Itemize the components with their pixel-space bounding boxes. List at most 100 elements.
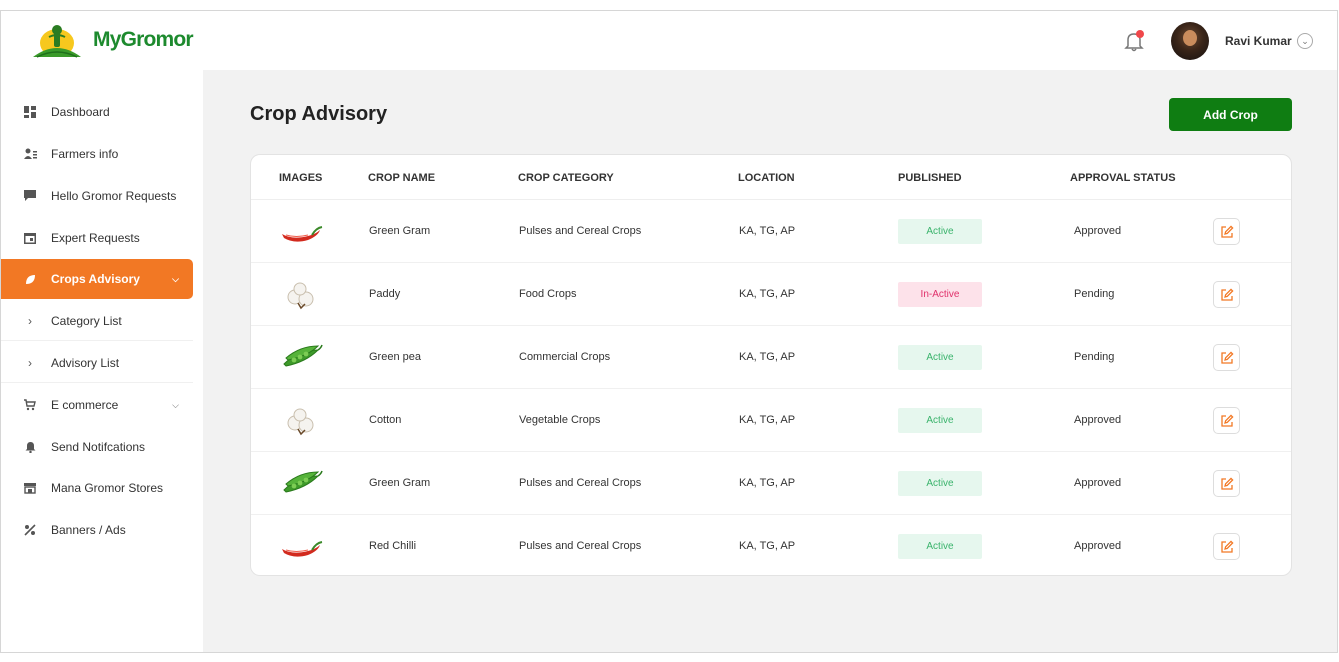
crop-category-cell: Food Crops [519,288,577,300]
edit-icon [1220,539,1234,553]
published-status-badge[interactable]: Active [898,219,982,244]
notification-bell-icon[interactable] [1123,29,1145,53]
sidebar: Dashboard Farmers info Hello Gromor Requ… [1,70,203,652]
sidebar-item-label: E commerce [51,398,119,412]
chevron-right-icon: › [28,313,32,328]
sidebar-item-label: Expert Requests [51,231,140,245]
edit-button[interactable] [1213,218,1240,245]
cotton-icon [278,403,324,437]
chevron-down-icon: ⌵ [172,399,179,410]
sidebar-item-mana-gromor-stores[interactable]: Mana Gromor Stores [1,468,193,508]
published-status-badge[interactable]: Active [898,471,982,496]
edit-button[interactable] [1213,470,1240,497]
top-header: MyGromor Ravi Kumar ⌄ [1,11,1337,70]
edit-button[interactable] [1213,533,1240,560]
table-row: Green pea Commercial Crops KA, TG, AP Activ… [251,326,1291,389]
column-header-approval-status: APPROVAL STATUS [1070,172,1176,184]
sidebar-item-label: Send Notifcations [51,440,146,454]
user-avatar[interactable] [1171,22,1209,60]
crop-category-cell: Pulses and Cereal Crops [519,477,642,489]
published-status-badge[interactable]: In-Active [898,282,982,307]
location-cell: KA, TG, AP [739,225,796,237]
sidebar-item-crops-advisory[interactable]: Crops Advisory ⌵ [1,259,193,299]
edit-icon [1220,476,1234,490]
sidebar-item-banners-ads[interactable]: Banners / Ads [1,510,193,550]
approval-status-cell: Pending [1074,351,1115,363]
sidebar-item-e-commerce[interactable]: E commerce ⌵ [1,385,193,425]
crop-category-cell: Vegetable Crops [519,414,601,426]
crop-category-cell: Pulses and Cereal Crops [519,225,642,237]
sidebar-item-category-list[interactable]: › Category List [1,301,193,341]
crop-name-cell: Green pea [369,351,421,363]
user-name[interactable]: Ravi Kumar [1225,34,1292,48]
table-row: Paddy Food Crops KA, TG, AP In-Active Pendin… [251,263,1291,326]
sidebar-item-label: Dashboard [51,105,110,119]
approval-status-cell: Pending [1074,288,1115,300]
chat-icon [23,189,37,203]
cotton-icon [278,277,324,311]
sidebar-item-dashboard[interactable]: Dashboard [1,92,193,132]
calendar-icon [23,231,37,245]
brand-name: MyGromor [93,28,194,51]
crop-name-cell: Green Gram [369,225,431,237]
column-header-crop-name: CROP NAME [368,172,436,184]
edit-icon [1220,413,1234,427]
sidebar-item-hello-gromor-requests[interactable]: Hello Gromor Requests [1,176,193,216]
location-cell: KA, TG, AP [739,414,796,426]
table-row: Green Gram Pulses and Cereal Crops KA, TG,… [251,452,1291,515]
dashboard-icon [23,105,37,119]
published-status-badge[interactable]: Active [898,345,982,370]
approval-status-cell: Approved [1074,540,1122,552]
column-header-published: PUBLISHED [898,172,962,184]
app-window: MyGromor Ravi Kumar ⌄ Dashboard Farmers … [0,10,1338,653]
crop-table-card: IMAGES CROP NAME CROP CATEGORY LOCATION … [250,154,1292,576]
chilli-icon [278,214,324,248]
user-menu-chevron-icon[interactable]: ⌄ [1297,33,1313,49]
table-row: Cotton Vegetable Crops KA, TG, AP Active App… [251,389,1291,452]
leaf-icon [23,272,37,286]
column-header-location: LOCATION [738,172,795,184]
crop-name-cell: Paddy [369,288,401,300]
crop-name-cell: Green Gram [369,477,431,489]
store-icon [23,481,37,495]
logo-mark-icon [33,25,81,58]
users-icon [23,147,37,161]
crop-category-cell: Commercial Crops [519,351,611,363]
sidebar-item-label: Mana Gromor Stores [51,481,164,495]
location-cell: KA, TG, AP [739,288,796,300]
edit-icon [1220,350,1234,364]
sidebar-item-advisory-list[interactable]: › Advisory List [1,343,193,383]
crop-name-cell: Cotton [369,414,402,426]
sidebar-item-expert-requests[interactable]: Expert Requests [1,218,193,258]
sidebar-item-farmers-info[interactable]: Farmers info [1,134,193,174]
location-cell: KA, TG, AP [739,477,796,489]
published-status-badge[interactable]: Active [898,408,982,433]
sidebar-item-send-notifications[interactable]: Send Notifcations [1,427,193,467]
sidebar-item-label: Farmers info [51,147,119,161]
bell-icon [23,440,37,454]
edit-button[interactable] [1213,407,1240,434]
chevron-right-icon: › [28,355,32,370]
approval-status-cell: Approved [1074,225,1122,237]
edit-icon [1220,224,1234,238]
edit-button[interactable] [1213,344,1240,371]
crop-name-cell: Red Chilli [369,540,417,552]
edit-icon [1220,287,1234,301]
brand-logo[interactable]: MyGromor [31,21,194,59]
pea-icon [278,466,324,500]
published-status-badge[interactable]: Active [898,534,982,559]
main-content: Crop Advisory Add Crop IMAGES CROP NAME … [203,70,1337,652]
location-cell: KA, TG, AP [739,351,796,363]
chilli-icon [278,529,324,563]
chevron-down-icon: ⌵ [172,273,179,284]
sidebar-item-label: Advisory List [51,355,120,370]
sidebar-item-label: Hello Gromor Requests [51,189,177,203]
approval-status-cell: Approved [1074,414,1122,426]
edit-button[interactable] [1213,281,1240,308]
add-crop-button[interactable]: Add Crop [1169,98,1292,131]
table-row: Green Gram Pulses and Cereal Crops KA, TG,… [251,200,1291,263]
location-cell: KA, TG, AP [739,540,796,552]
cart-icon [23,398,37,412]
sidebar-item-label: Crops Advisory [51,272,140,286]
table-row: Red Chilli Pulses and Cereal Crops KA, TG,… [251,515,1291,575]
